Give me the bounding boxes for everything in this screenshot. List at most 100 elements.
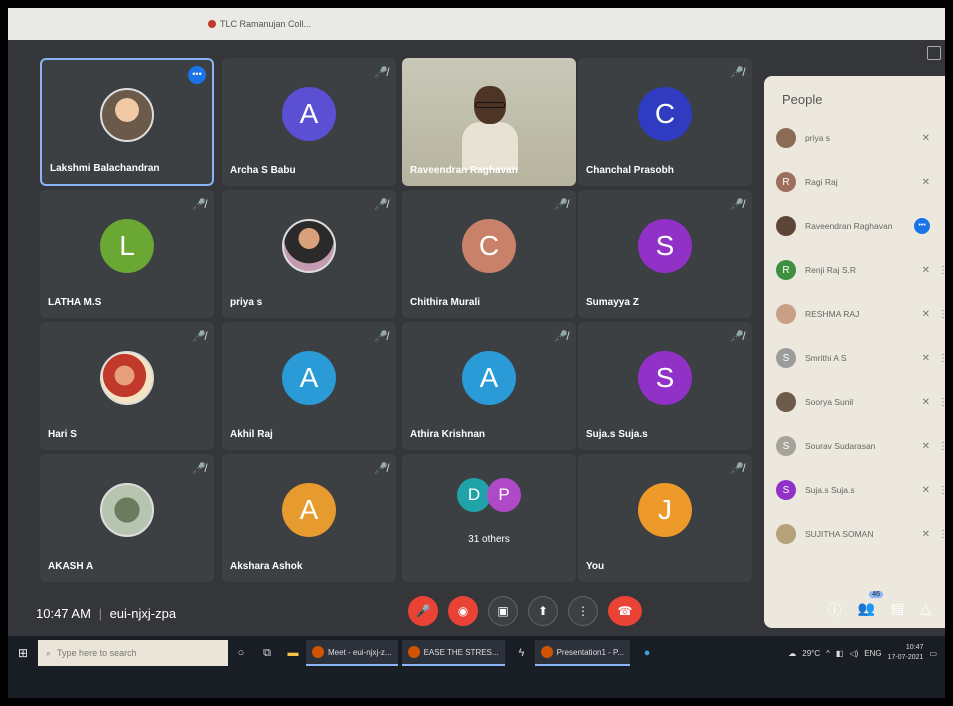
system-tray: ☁ 29°C ^ ◧ ◁) ENG 10:47 17-07-2021 ▭: [788, 643, 945, 663]
volume-icon[interactable]: ◁): [849, 649, 858, 658]
people-list-item[interactable]: SUJITHA SOMAN ✕ ⋮: [776, 522, 945, 546]
edge-icon: ●: [643, 647, 651, 659]
people-avatar: S: [776, 348, 796, 368]
video-body: [462, 122, 518, 170]
tile-options-button[interactable]: •••: [188, 66, 206, 84]
cortana-button[interactable]: ○: [228, 647, 254, 659]
screen-frame: TLC Ramanujan Coll... ••• Lakshmi Balacha…: [8, 8, 945, 698]
meeting-details[interactable]: 10:47 AM | eui-njxj-zpa: [36, 606, 176, 621]
bookmark-item[interactable]: TLC Ramanujan Coll...: [208, 19, 311, 29]
mic-off-icon: 🎤̸: [374, 331, 388, 343]
people-more-options-button[interactable]: ⋮: [938, 485, 945, 496]
people-more-options-button[interactable]: ⋮: [938, 529, 945, 540]
powerpoint-icon: [540, 646, 553, 658]
participant-avatar: A: [462, 351, 516, 406]
participant-tile[interactable]: 🎤̸ Hari S: [40, 322, 214, 450]
participant-tile[interactable]: 🎤̸ AKASH A: [40, 454, 214, 582]
participant-tile[interactable]: A 🎤̸ Athira Krishnan: [402, 322, 576, 450]
people-name: Soorya Sunil: [805, 397, 854, 407]
people-button[interactable]: 👥 46: [858, 591, 883, 620]
participant-tile[interactable]: A 🎤̸ Akshara Ashok: [222, 454, 396, 582]
chrome-icon: [312, 646, 324, 658]
end-call-button[interactable]: ☎: [608, 596, 642, 626]
chat-button[interactable]: ▤: [891, 600, 904, 620]
people-list-item[interactable]: RESHMA RAJ ✕ ⋮: [776, 302, 945, 326]
info-icon: ⓘ: [827, 602, 842, 618]
taskbar-app-bolt[interactable]: ϟ: [509, 647, 535, 659]
bookmarks-bar: TLC Ramanujan Coll...: [8, 8, 945, 40]
clock-date: 17-07-2021: [887, 654, 924, 661]
taskbar-search[interactable]: ⌕ Type here to search: [38, 640, 228, 666]
mic-toggle-button[interactable]: 🎤: [408, 596, 438, 626]
people-more-options-button[interactable]: ⋮: [938, 309, 945, 320]
mic-off-icon: ✕: [921, 176, 930, 188]
participant-photo-avatar: [100, 87, 154, 142]
network-icon[interactable]: ◧: [836, 649, 844, 658]
people-more-options-button[interactable]: ⋮: [938, 265, 945, 276]
people-more-options-button[interactable]: ⋮: [938, 353, 945, 364]
participant-name: Akshara Ashok: [230, 561, 303, 572]
others-count-label: 31 others: [468, 534, 510, 545]
participant-tile[interactable]: S 🎤̸ Sumayya Z: [578, 190, 752, 318]
task-view-icon: ⧉: [263, 646, 271, 659]
participant-tile[interactable]: A 🎤̸ Akhil Raj: [222, 322, 396, 450]
people-count-badge: 46: [869, 591, 883, 598]
weather-temp[interactable]: 29°C: [802, 649, 820, 658]
participant-tile[interactable]: J 🎤̸ You: [578, 454, 752, 582]
taskbar-app-presentation[interactable]: Presentation1 - P...: [534, 640, 631, 666]
end-call-icon: ☎: [617, 604, 633, 618]
notification-icon[interactable]: ▭: [929, 649, 937, 658]
people-list-item[interactable]: S Suja.s Suja.s ✕ ⋮: [776, 478, 945, 502]
mic-off-icon: 🎤̸: [730, 67, 744, 79]
people-avatar: [776, 128, 796, 148]
info-button[interactable]: ⓘ: [828, 600, 842, 620]
participant-tile[interactable]: Raveendran Raghavan: [402, 58, 576, 186]
participant-tile[interactable]: S 🎤̸ Suja.s Suja.s: [578, 322, 752, 450]
participant-avatar: C: [638, 87, 692, 142]
taskbar-app-ease[interactable]: EASE THE STRES...: [401, 640, 505, 666]
participant-tile[interactable]: C 🎤̸ Chithira Murali: [402, 190, 576, 318]
participant-tile[interactable]: ••• Lakshmi Balachandran: [40, 58, 214, 186]
task-view-button[interactable]: ⧉: [254, 647, 280, 660]
activities-button[interactable]: △: [920, 600, 931, 620]
people-list-item[interactable]: R Ragi Raj ✕: [776, 170, 942, 194]
people-name: SUJITHA SOMAN: [805, 529, 874, 539]
present-button[interactable]: ⬆: [528, 596, 558, 626]
participant-tile[interactable]: C 🎤̸ Chanchal Prasobh: [578, 58, 752, 186]
camera-toggle-button[interactable]: ◉: [448, 596, 478, 626]
taskbar-clock[interactable]: 10:47 17-07-2021: [888, 643, 924, 663]
meeting-code: eui-njxj-zpa: [109, 605, 177, 621]
participant-avatar: S: [638, 351, 692, 406]
people-name: Suja.s Suja.s: [805, 485, 855, 495]
file-explorer-button[interactable]: ▬: [280, 647, 306, 659]
people-more-options-button[interactable]: ⋮: [938, 441, 945, 452]
people-list-item[interactable]: priya s ✕: [776, 126, 942, 150]
more-options-button[interactable]: ⋮: [568, 596, 598, 626]
participant-tile[interactable]: 🎤̸ priya s: [222, 190, 396, 318]
people-list-item[interactable]: S Sourav Sudarasan ✕ ⋮: [776, 434, 945, 458]
participant-name: LATHA M.S: [48, 297, 102, 308]
people-avatar: [776, 304, 796, 324]
start-button[interactable]: ⊞: [8, 646, 38, 660]
participant-tile[interactable]: L 🎤̸ LATHA M.S: [40, 190, 214, 318]
people-list-item[interactable]: R Renji Raj S.R ✕ ⋮: [776, 258, 945, 282]
captions-button[interactable]: ▣: [488, 596, 518, 626]
mic-off-icon: 🎤̸: [554, 331, 568, 343]
bookmark-favicon-icon: [208, 20, 216, 28]
people-more-options-button[interactable]: ⋮: [938, 397, 945, 408]
people-list-item[interactable]: S Smrithi A S ✕ ⋮: [776, 346, 945, 370]
participant-tile[interactable]: A 🎤̸ Archa S Babu: [222, 58, 396, 186]
taskbar-app-edge[interactable]: ●: [634, 647, 660, 659]
people-list-item[interactable]: Soorya Sunil ✕ ⋮: [776, 390, 945, 414]
mic-off-icon: ✕: [921, 264, 930, 276]
people-list-item[interactable]: Raveendran Raghavan •••: [776, 214, 942, 238]
language-indicator[interactable]: ENG: [864, 649, 881, 658]
participant-tile[interactable]: D P 31 others: [402, 454, 576, 582]
mic-off-icon: 🎤̸: [730, 331, 744, 343]
taskbar-app-meet[interactable]: Meet - eui-njxj-z...: [306, 640, 398, 666]
people-avatar: R: [776, 260, 796, 280]
tray-expand-icon[interactable]: ^: [826, 649, 830, 658]
others-avatars: DP: [457, 478, 521, 512]
people-name: RESHMA RAJ: [805, 309, 860, 319]
participant-avatar: A: [282, 87, 336, 142]
